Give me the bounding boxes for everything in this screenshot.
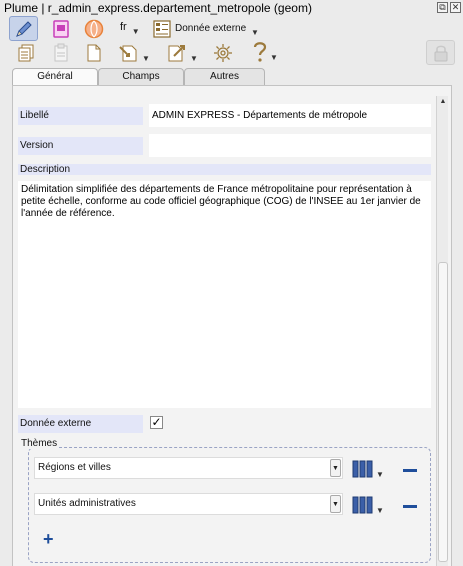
- form-icon: [153, 20, 171, 38]
- import-button[interactable]: ▼: [116, 42, 152, 64]
- books-icon: [352, 460, 373, 478]
- scroll-up-arrow-icon[interactable]: ▲: [437, 96, 449, 108]
- gear-icon: [214, 44, 232, 62]
- theme-combobox[interactable]: Régions et villes ▼: [34, 457, 343, 479]
- chevron-down-icon: ▼: [270, 52, 278, 62]
- chevron-down-icon: ▼: [131, 27, 140, 36]
- external-data-selector[interactable]: Donnée externe ▼: [175, 23, 259, 37]
- read-mode-button[interactable]: [50, 18, 72, 40]
- theme-thesaurus-button[interactable]: ▼: [350, 458, 386, 480]
- tab-autres[interactable]: Autres: [184, 68, 265, 85]
- theme-combobox[interactable]: Unités administratives ▼: [34, 493, 343, 515]
- new-document-button[interactable]: [83, 42, 105, 64]
- version-label: Version: [18, 137, 143, 155]
- external-data-field-label: Donnée externe: [18, 415, 143, 433]
- description-label: Description: [18, 164, 431, 175]
- paste-button[interactable]: [50, 42, 72, 64]
- help-button[interactable]: ▼: [247, 40, 283, 64]
- tab-label: Champs: [122, 71, 160, 82]
- settings-button[interactable]: [212, 42, 234, 64]
- description-field[interactable]: Délimitation simplifiée des départements…: [18, 181, 431, 408]
- export-button[interactable]: ▼: [164, 42, 200, 64]
- chevron-down-icon: ▼: [142, 53, 150, 63]
- theme-value: Unités administratives: [38, 498, 136, 509]
- translation-button[interactable]: [83, 18, 105, 40]
- pencil-icon: [15, 20, 32, 37]
- version-field[interactable]: [149, 134, 431, 157]
- float-window-button[interactable]: ⧉: [437, 2, 448, 13]
- general-tab-pane: Libellé ADMIN EXPRESS - Départements de …: [12, 85, 452, 566]
- libelle-label: Libellé: [18, 107, 143, 125]
- external-data-checkbox[interactable]: ✓: [150, 416, 163, 429]
- chevron-down-icon: ▼: [250, 28, 259, 37]
- close-window-button[interactable]: ✕: [450, 2, 461, 13]
- import-icon: [119, 45, 137, 62]
- external-data-label: Donnée externe: [175, 23, 247, 34]
- lock-button[interactable]: [426, 40, 455, 65]
- question-mark-icon: [253, 42, 267, 62]
- export-icon: [168, 45, 186, 62]
- chevron-down-icon: ▼: [330, 459, 341, 477]
- paste-icon: [54, 43, 68, 62]
- theme-thesaurus-button[interactable]: ▼: [350, 494, 386, 516]
- remove-theme-button[interactable]: [403, 469, 417, 472]
- theme-value: Régions et villes: [38, 462, 111, 473]
- remove-theme-button[interactable]: [403, 505, 417, 508]
- themes-group-title: Thèmes: [19, 438, 60, 449]
- tab-label: Autres: [210, 71, 239, 82]
- chevron-down-icon: ▼: [330, 495, 341, 513]
- tab-champs[interactable]: Champs: [98, 68, 184, 85]
- external-data-button[interactable]: [152, 19, 172, 39]
- books-icon: [352, 496, 373, 514]
- chevron-down-icon: ▼: [376, 505, 384, 515]
- empty-document-icon: [87, 44, 101, 62]
- copy-button[interactable]: [15, 42, 37, 64]
- chevron-down-icon: ▼: [376, 469, 384, 479]
- scrollbar-thumb[interactable]: [438, 262, 448, 562]
- language-selector[interactable]: fr ▼: [120, 21, 140, 36]
- title-bar: Plume | r_admin_express.departement_metr…: [0, 0, 463, 16]
- template-icon: [53, 20, 69, 38]
- tab-label: Général: [37, 71, 73, 82]
- language-value: fr: [120, 21, 127, 33]
- lock-icon: [434, 45, 447, 61]
- vertical-scrollbar[interactable]: ▲: [436, 96, 448, 566]
- copy-icon: [18, 44, 34, 62]
- libelle-field[interactable]: ADMIN EXPRESS - Départements de métropol…: [149, 104, 431, 127]
- add-theme-button[interactable]: +: [43, 530, 54, 548]
- tab-general[interactable]: Général: [12, 68, 98, 86]
- chevron-down-icon: ▼: [190, 53, 198, 63]
- window-buttons: ⧉ ✕: [437, 2, 461, 13]
- globe-icon: [84, 19, 104, 39]
- window-title: Plume | r_admin_express.departement_metr…: [4, 1, 312, 15]
- edit-mode-button[interactable]: [9, 16, 38, 41]
